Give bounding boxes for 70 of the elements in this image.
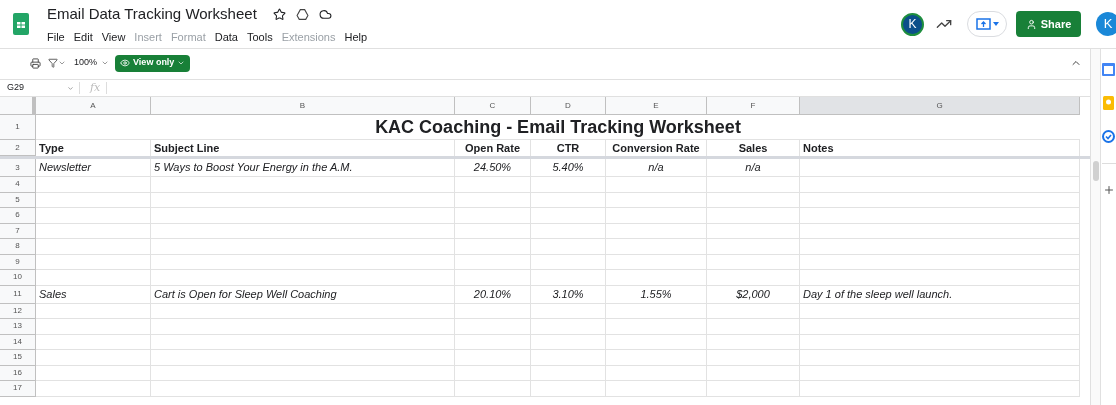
header-cell: CTR: [531, 140, 606, 156]
header-cell: Open Rate: [455, 140, 531, 156]
filter-icon[interactable]: [48, 58, 58, 68]
column-header[interactable]: C: [455, 97, 531, 115]
column-header[interactable]: B: [151, 97, 455, 115]
menu-item[interactable]: Data: [214, 28, 238, 45]
row-number[interactable]: 17: [0, 381, 36, 397]
table-cell: $2,000: [707, 285, 800, 304]
function-label: fx: [90, 79, 101, 96]
zoom-dropdown-icon[interactable]: [101, 59, 110, 67]
star-icon[interactable]: [272, 7, 286, 21]
share-button[interactable]: Share: [1016, 11, 1081, 37]
row-number[interactable]: 13: [0, 319, 36, 335]
table-cell: Day 1 of the sleep well launch.: [800, 285, 1080, 304]
table-cell: Sales: [36, 285, 151, 304]
row-number[interactable]: 2: [0, 140, 36, 156]
table-cell: 20.10%: [455, 285, 531, 304]
row-number[interactable]: 3: [0, 159, 36, 177]
cloud-icon[interactable]: [318, 7, 332, 21]
table-cell: 1.55%: [606, 285, 707, 304]
name-box[interactable]: G29: [7, 81, 67, 95]
person-icon: [1025, 18, 1037, 30]
scrollbar-thumb[interactable]: [1092, 161, 1099, 181]
add-icon[interactable]: [1102, 184, 1115, 196]
table-cell: 5 Ways to Boost Your Energy in the A.M.: [151, 159, 455, 177]
header-cell: Sales: [707, 140, 800, 156]
row-number[interactable]: 4: [0, 177, 36, 193]
row-number[interactable]: 6: [0, 208, 36, 224]
table-cell: Newsletter: [36, 159, 151, 177]
menu-item[interactable]: Edit: [73, 28, 93, 45]
header-cell: Subject Line: [151, 140, 455, 156]
header-cell: Conversion Rate: [606, 140, 707, 156]
present-icon: [975, 18, 991, 30]
name-box-dropdown-icon[interactable]: [67, 84, 74, 92]
drive-icon[interactable]: [295, 7, 309, 21]
table-cell: 3.10%: [531, 285, 606, 304]
column-header[interactable]: A: [36, 97, 151, 115]
print-icon[interactable]: [30, 57, 41, 69]
account-avatar[interactable]: K: [1096, 12, 1116, 36]
table-cell: n/a: [707, 159, 800, 177]
column-header[interactable]: F: [707, 97, 800, 115]
row-number[interactable]: 10: [0, 270, 36, 286]
menu-item[interactable]: Help: [344, 28, 368, 45]
column-header[interactable]: G: [800, 97, 1080, 115]
table-cell: n/a: [606, 159, 707, 177]
row-number[interactable]: 1: [0, 115, 36, 140]
table-cell: Cart is Open for Sleep Well Coaching: [151, 285, 455, 304]
caret-icon: [992, 22, 999, 26]
column-header[interactable]: D: [531, 97, 606, 115]
user-avatar[interactable]: K: [901, 12, 924, 36]
sheets-logo-icon[interactable]: [13, 13, 29, 35]
filter-dropdown-icon[interactable]: [58, 59, 66, 67]
sheet-title: KAC Coaching - Email Tracking Worksheet: [36, 115, 1080, 140]
menu-item[interactable]: View: [101, 28, 126, 45]
header-cell: Notes: [800, 140, 1080, 156]
eye-icon: [120, 58, 131, 68]
check-circle-icon[interactable]: [1102, 130, 1115, 143]
menu-item[interactable]: File: [47, 28, 65, 45]
header-cell: Type: [36, 140, 151, 156]
view-only-button[interactable]: View only: [115, 54, 191, 72]
table-cell: 5.40%: [531, 159, 606, 177]
column-header[interactable]: E: [606, 97, 707, 115]
row-number[interactable]: 15: [0, 350, 36, 366]
menu-item[interactable]: Tools: [246, 28, 273, 45]
caret-icon: [177, 59, 186, 67]
document-title[interactable]: Email Data Tracking Worksheet: [47, 3, 257, 26]
row-number[interactable]: 8: [0, 239, 36, 255]
table-cell: 24.50%: [455, 159, 531, 177]
calendar-icon[interactable]: [1102, 63, 1115, 76]
zoom-select[interactable]: 100%: [74, 56, 98, 70]
